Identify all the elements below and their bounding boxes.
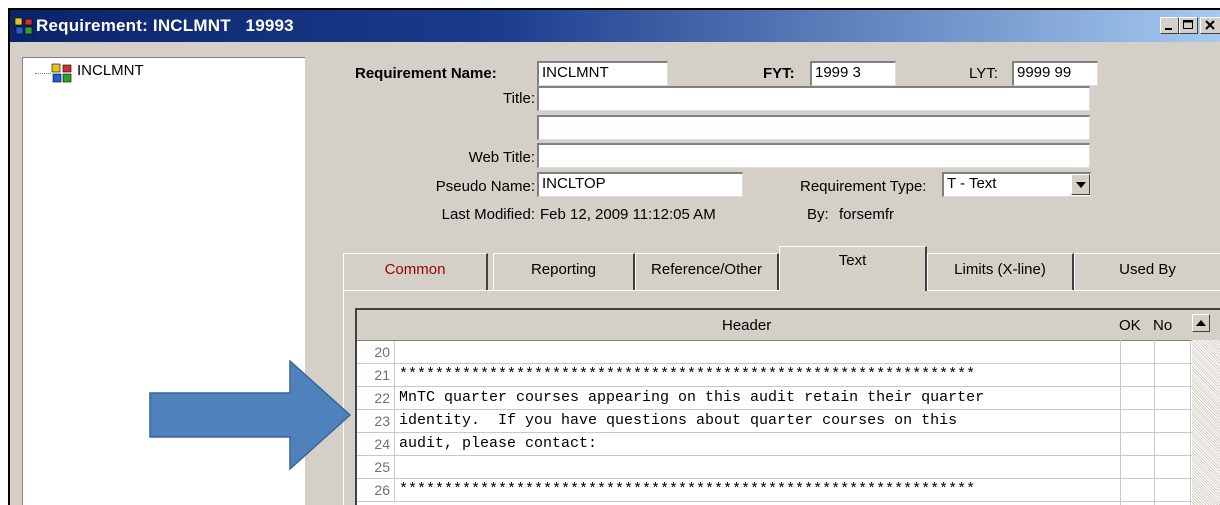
line-text[interactable]: ****************************************…: [399, 364, 975, 386]
lyt-label: LYT:: [969, 65, 998, 82]
requirement-node-icon: [51, 63, 72, 83]
pseudo-name-label: Pseudo Name:: [435, 178, 535, 195]
requirement-name-label: Requirement Name:: [355, 65, 497, 82]
table-row[interactable]: 23 identity. If you have questions about…: [357, 410, 1220, 433]
minimize-button[interactable]: [1160, 17, 1179, 34]
close-button[interactable]: [1200, 17, 1220, 34]
close-icon: [1205, 20, 1215, 30]
table-row[interactable]: 21 *************************************…: [357, 364, 1220, 387]
lyt-field[interactable]: 9999 99: [1012, 61, 1098, 86]
modified-by-label: By:: [807, 206, 829, 223]
table-row[interactable]: 20: [357, 341, 1220, 364]
line-text[interactable]: audit, please contact:: [399, 433, 597, 455]
line-number: 26: [357, 479, 395, 501]
tab-reference-other[interactable]: Reference/Other: [635, 253, 779, 290]
table-row[interactable]: 26 *************************************…: [357, 479, 1220, 502]
minimize-icon: [1165, 28, 1172, 30]
tree-connector: [35, 73, 51, 74]
title-field-line1[interactable]: [537, 86, 1090, 111]
requirement-type-value: T - Text: [947, 175, 997, 192]
scrollbar-divider: [1190, 340, 1191, 505]
grid-header: Header OK No: [357, 310, 1220, 341]
window-title: Requirement: INCLMNT 19993: [36, 16, 294, 35]
no-column-divider: [1154, 340, 1155, 505]
fyt-field[interactable]: 1999 3: [810, 61, 896, 86]
line-text[interactable]: identity. If you have questions about qu…: [399, 410, 957, 432]
tab-text[interactable]: Text: [779, 246, 927, 291]
maximize-button[interactable]: [1179, 17, 1198, 34]
web-title-label: Web Title:: [468, 149, 535, 166]
last-modified-value: Feb 12, 2009 11:12:05 AM: [540, 206, 716, 223]
ok-column-title: OK: [1119, 317, 1141, 334]
requirement-name-field[interactable]: INCLMNT: [537, 61, 668, 86]
requirement-type-select[interactable]: T - Text: [942, 172, 1091, 197]
tab-limits-x-line[interactable]: Limits (X-line): [927, 253, 1074, 290]
modified-by-value: forsemfr: [839, 206, 895, 223]
scroll-up-arrow-icon[interactable]: [1192, 314, 1210, 332]
ok-column-divider: [1120, 340, 1121, 505]
line-text[interactable]: MnTC quarter courses appearing on this a…: [399, 387, 984, 409]
no-column-title: No: [1153, 317, 1173, 334]
tab-used-by[interactable]: Used By: [1074, 253, 1220, 290]
tab-common[interactable]: Common: [343, 253, 488, 290]
title-field-line2[interactable]: [537, 115, 1090, 140]
vertical-scrollbar[interactable]: [1192, 340, 1220, 505]
requirement-type-label: Requirement Type:: [800, 178, 927, 195]
web-title-field[interactable]: [537, 143, 1090, 168]
annotation-arrow: [149, 359, 352, 471]
dropdown-arrow-icon[interactable]: [1071, 174, 1090, 195]
last-modified-label: Last Modified:: [441, 206, 535, 223]
pseudo-name-field[interactable]: INCLTOP: [537, 172, 743, 197]
fyt-label: FYT:: [763, 65, 795, 82]
text-grid[interactable]: Header OK No 20 21 *********************…: [355, 308, 1220, 505]
maximize-icon: [1183, 20, 1193, 29]
table-row[interactable]: 25: [357, 456, 1220, 479]
table-row[interactable]: 22 MnTC quarter courses appearing on thi…: [357, 387, 1220, 410]
tab-reporting[interactable]: Reporting: [493, 253, 635, 290]
table-row[interactable]: 24 audit, please contact:: [357, 433, 1220, 456]
tree-item-inclmnt[interactable]: INCLMNT: [77, 62, 144, 79]
line-text[interactable]: ****************************************…: [399, 479, 975, 501]
header-column-title: Header: [722, 317, 772, 334]
title-label: Title:: [503, 90, 535, 107]
app-icon: [14, 17, 33, 35]
title-bar[interactable]: Requirement: INCLMNT 19993: [10, 10, 1220, 42]
